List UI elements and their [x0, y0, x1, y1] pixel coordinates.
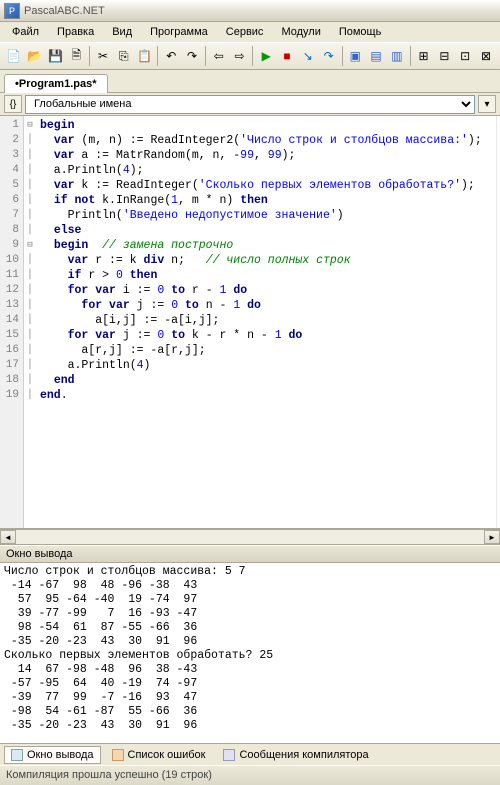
menu-file[interactable]: Файл: [4, 24, 47, 40]
menu-modules[interactable]: Модули: [273, 24, 328, 40]
open-button[interactable]: 📂: [25, 45, 45, 67]
menu-service[interactable]: Сервис: [218, 24, 272, 40]
toolbar: 📄 📂 💾 🗎 ✂ ⎘ 📋 ↶ ↷ ⇦ ⇨ ▶ ■ ↘ ↷ ▣ ▤ ▥ ⊞ ⊟ …: [0, 42, 500, 70]
save-button[interactable]: 💾: [46, 45, 66, 67]
cut-button[interactable]: ✂: [93, 45, 113, 67]
editor-tabbar: •Program1.pas*: [0, 70, 500, 93]
scroll-track[interactable]: [16, 530, 484, 544]
tab-errors-label: Список ошибок: [128, 749, 206, 761]
tab-program1[interactable]: •Program1.pas*: [4, 74, 108, 93]
output-area[interactable]: Число строк и столбцов массива: 5 7 -14 …: [0, 563, 500, 743]
tab-errors[interactable]: Список ошибок: [105, 746, 213, 764]
grid1-button[interactable]: ⊞: [414, 45, 434, 67]
new-button[interactable]: 📄: [4, 45, 24, 67]
step-into-button[interactable]: ↘: [298, 45, 318, 67]
menu-view[interactable]: Вид: [104, 24, 140, 40]
panel2-button[interactable]: ▤: [366, 45, 386, 67]
panel3-button[interactable]: ▥: [387, 45, 407, 67]
menu-program[interactable]: Программа: [142, 24, 216, 40]
editor-hscrollbar[interactable]: ◄ ►: [0, 529, 500, 545]
code-editor[interactable]: begin var (m, n) := ReadInteger2('Число …: [36, 116, 500, 528]
toolbar-separator: [89, 46, 90, 66]
titlebar: P PascalABC.NET: [0, 0, 500, 22]
step-over-button[interactable]: ↷: [319, 45, 339, 67]
tab-output-label: Окно вывода: [27, 749, 94, 761]
output-header: Окно вывода: [0, 545, 500, 563]
tab-output[interactable]: Окно вывода: [4, 746, 101, 764]
menu-help[interactable]: Помощь: [331, 24, 390, 40]
grid2-button[interactable]: ⊟: [434, 45, 454, 67]
run-button[interactable]: ▶: [256, 45, 276, 67]
toolbar-separator: [157, 46, 158, 66]
paste-button[interactable]: 📋: [135, 45, 155, 67]
toolbar-separator: [252, 46, 253, 66]
toolbar-separator: [410, 46, 411, 66]
tab-compiler-label: Сообщения компилятора: [239, 749, 368, 761]
scope-bar: {} Глобальные имена ▾: [0, 93, 500, 116]
grid3-button[interactable]: ⊡: [455, 45, 475, 67]
scope-dropdown-button[interactable]: ▾: [478, 95, 496, 113]
editor-area: 1 2 3 4 5 6 7 8 9 10 11 12 13 14 15 16 1…: [0, 116, 500, 529]
fold-gutter[interactable]: ⊟ │ │ │ │ │ │ │ ⊟ │ │ │ │ │ │ │ │ │ │: [24, 116, 36, 528]
toolbar-separator: [342, 46, 343, 66]
window-title: PascalABC.NET: [24, 5, 105, 17]
redo-button[interactable]: ↷: [182, 45, 202, 67]
nav-fwd-button[interactable]: ⇨: [230, 45, 250, 67]
scroll-right-icon[interactable]: ►: [484, 530, 500, 544]
output-icon: [11, 749, 23, 761]
nav-back-button[interactable]: ⇦: [209, 45, 229, 67]
errors-icon: [112, 749, 124, 761]
copy-button[interactable]: ⎘: [114, 45, 134, 67]
bottom-tabs: Окно вывода Список ошибок Сообщения комп…: [0, 743, 500, 765]
toolbar-separator: [205, 46, 206, 66]
line-gutter: 1 2 3 4 5 6 7 8 9 10 11 12 13 14 15 16 1…: [0, 116, 24, 528]
scroll-left-icon[interactable]: ◄: [0, 530, 16, 544]
statusbar: Компиляция прошла успешно (19 строк): [0, 765, 500, 785]
grid4-button[interactable]: ⊠: [476, 45, 496, 67]
right-margin-line: [496, 116, 497, 528]
saveall-button[interactable]: 🗎: [66, 45, 86, 67]
stop-button[interactable]: ■: [277, 45, 297, 67]
scope-icon[interactable]: {}: [4, 95, 22, 113]
menu-edit[interactable]: Правка: [49, 24, 102, 40]
compiler-icon: [223, 749, 235, 761]
tab-compiler[interactable]: Сообщения компилятора: [216, 746, 375, 764]
undo-button[interactable]: ↶: [161, 45, 181, 67]
app-icon: P: [4, 3, 20, 19]
menubar: Файл Правка Вид Программа Сервис Модули …: [0, 22, 500, 42]
panel1-button[interactable]: ▣: [345, 45, 365, 67]
scope-select[interactable]: Глобальные имена: [25, 95, 475, 114]
